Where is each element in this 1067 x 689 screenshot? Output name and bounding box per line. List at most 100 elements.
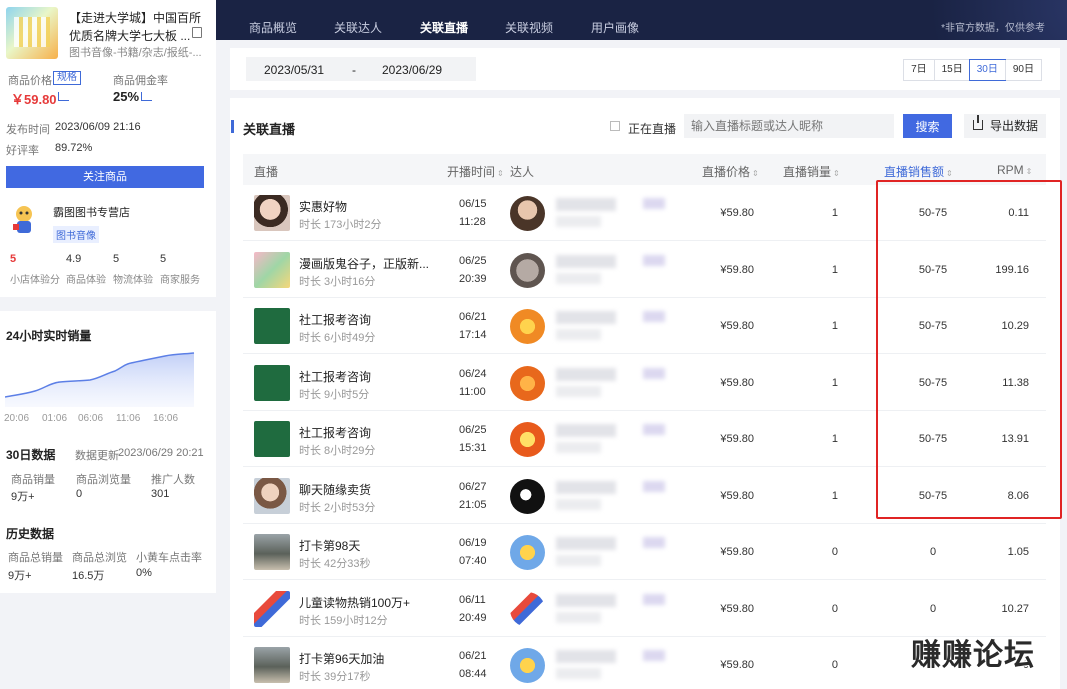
influencer-avatar[interactable] [510,365,545,401]
disclaimer-note: *非官方数据，仅供参考 [941,23,1045,34]
live-now-label[interactable]: 正在直播 [628,120,676,137]
live-title[interactable]: 打卡第96天加油 [299,650,384,667]
live-date: 06/21 [459,650,487,662]
product-info-card: 【走进大学城】中国百所优质名牌大学七大板 ... 图书音像-书籍/杂志/报纸-.… [0,0,216,297]
influencer-fans-blurred [556,442,601,453]
live-title[interactable]: 漫画版鬼谷子，正版新... [299,255,429,272]
commission-label: 商品佣金率 [113,75,168,87]
period-7d[interactable]: 7日 [904,60,934,80]
copy-icon[interactable] [192,27,202,38]
live-time: 11:28 [459,216,486,228]
live-title[interactable]: 打卡第98天 [299,537,360,554]
spec-tag[interactable]: 规格 [53,71,81,85]
shop-avatar[interactable] [11,204,38,236]
commission-trend-icon[interactable] [141,92,152,101]
related-live-panel: 关联直播 正在直播 搜索 导出数据 直播 开播时间⇕ 达人 直播价格⇕ 直播销量… [230,98,1060,689]
live-price: ¥59.80 [720,546,754,558]
date-filter-bar: 2023/05/31 - 2023/06/29 7日 15日 30日 90日 [230,48,1060,90]
col-sales[interactable]: 直播销量 ⇕ [783,163,840,180]
sort-icon: ⇕ [946,169,953,178]
tab-related-live[interactable]: 关联直播 [420,19,468,36]
table-row[interactable]: 实惠好物 时长 173小时2分 06/15 11:28 ¥59.80 1 50-75 0.11 [243,185,1046,241]
service-score: 5 [160,253,167,265]
realtime-sales-chart[interactable] [5,345,197,407]
tab-user-profile[interactable]: 用户画像 [591,19,639,36]
table-row[interactable]: 漫画版鬼谷子，正版新... 时长 3小时16分 06/25 20:39 ¥59.80 1 5… [243,242,1046,298]
live-now-checkbox[interactable] [610,121,620,131]
watermark: 赚赚论坛 [911,639,1035,672]
product-image[interactable] [6,7,58,59]
history-title: 历史数据 [6,527,55,541]
live-thumbnail[interactable] [254,421,290,457]
follow-product-button[interactable]: 关注商品 [6,166,204,188]
influencer-avatar[interactable] [510,252,545,288]
live-price: ¥59.80 [720,659,754,671]
date-range-picker[interactable]: 2023/05/31 - 2023/06/29 [246,57,476,81]
col-gmv[interactable]: 直播销售额 ⇕ [884,163,953,180]
table-row[interactable]: 社工报考咨询 时长 6小时49分 06/21 17:14 ¥59.80 1 50-75 10.… [243,298,1046,354]
influencer-avatar[interactable] [510,591,545,627]
influencer-avatar[interactable] [510,196,545,231]
live-title[interactable]: 实惠好物 [299,198,347,215]
chart-tick: 01:06 [42,413,68,424]
tab-related-influencers[interactable]: 关联达人 [334,19,382,36]
search-input[interactable] [684,114,894,138]
live-price: ¥59.80 [720,433,754,445]
period-30d[interactable]: 30日 [968,59,1006,81]
col-influencer: 达人 [510,165,535,179]
live-title[interactable]: 聊天随缘卖货 [299,481,371,498]
table-row[interactable]: 社工报考咨询 时长 8小时29分 06/25 15:31 ¥59.80 1 50-75 13.… [243,411,1046,467]
live-thumbnail[interactable] [254,590,290,627]
col-label: 直播价格 [702,165,751,179]
live-price: ¥59.80 [720,602,754,615]
export-data-button[interactable]: 导出数据 [964,114,1046,138]
live-title[interactable]: 社工报考咨询 [299,424,371,441]
influencer-level-blurred [643,198,665,209]
table-row[interactable]: 儿童读物热销100万+ 时长 159小时12分 06/11 20:49 ¥59.80 0 0… [243,581,1046,637]
period-90d[interactable]: 90日 [1004,60,1041,80]
col-label: 直播销售额 [884,165,945,179]
influencer-level-blurred [643,254,665,266]
live-thumbnail[interactable] [254,195,290,231]
date-separator: - [352,63,356,77]
live-time: 20:39 [459,272,487,285]
table-row[interactable]: 聊天随缘卖货 时长 2小时53分 06/27 21:05 ¥59.80 1 50-75 8.0… [243,468,1046,524]
publish-label: 发布时间 [6,124,50,136]
influencer-avatar[interactable] [510,422,545,457]
live-sales: 1 [831,489,838,502]
influencer-avatar[interactable] [510,478,545,514]
influencer-avatar[interactable] [510,535,545,570]
live-thumbnail[interactable] [254,251,290,288]
period-15d[interactable]: 15日 [933,60,970,80]
live-rpm: 10.29 [1001,320,1029,332]
tab-related-videos[interactable]: 关联视频 [505,19,553,36]
col-rpm[interactable]: RPM ⇕ [997,163,1032,177]
product-score: 4.9 [66,253,82,265]
sort-icon: ⇕ [497,169,504,178]
live-price: ¥59.80 [720,263,754,276]
price-trend-icon[interactable] [58,92,69,101]
search-button[interactable]: 搜索 [903,114,952,138]
table-row[interactable]: 打卡第98天 时长 42分33秒 06/19 07:40 ¥59.80 0 0 1.05 [243,524,1046,580]
live-sales: 0 [831,659,838,671]
live-thumbnail[interactable] [254,308,290,344]
live-title[interactable]: 社工报考咨询 [299,311,371,328]
col-price[interactable]: 直播价格 ⇕ [702,163,759,180]
live-title[interactable]: 社工报考咨询 [299,368,371,385]
table-row[interactable]: 社工报考咨询 时长 9小时5分 06/24 11:00 ¥59.80 1 50-75 11.3… [243,355,1046,411]
shop-name[interactable]: 霸图图书专营店 [53,204,130,220]
live-thumbnail[interactable] [254,364,290,401]
live-duration: 时长 42分33秒 [299,558,371,570]
col-start-time[interactable]: 开播时间 ⇕ [447,163,504,180]
live-sales: 1 [831,207,838,219]
influencer-avatar[interactable] [510,309,545,344]
stats30-title: 30日数据 [6,448,56,462]
live-thumbnail[interactable] [254,647,290,683]
product-title[interactable]: 【走进大学城】中国百所优质名牌大学七大板 ... [69,9,209,45]
live-thumbnail[interactable] [254,477,290,514]
live-title[interactable]: 儿童读物热销100万+ [299,594,410,611]
influencer-avatar[interactable] [510,648,545,683]
tab-product-overview[interactable]: 商品概览 [249,19,297,36]
live-date: 06/19 [459,537,487,549]
live-thumbnail[interactable] [254,534,290,570]
